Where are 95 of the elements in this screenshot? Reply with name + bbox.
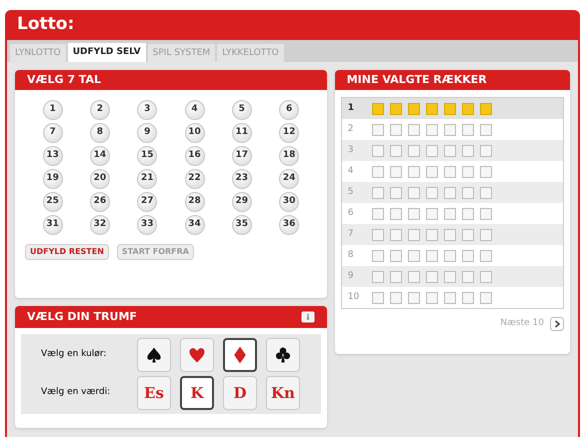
- window-title: Lotto:: [17, 13, 74, 36]
- number-slot: [372, 186, 384, 198]
- row-number: 6: [348, 206, 354, 220]
- coupon-row[interactable]: 1: [342, 98, 563, 119]
- number-slot: [390, 292, 402, 304]
- number-slot: [462, 102, 474, 114]
- number-slot: [480, 124, 492, 136]
- row-number: 2: [348, 122, 354, 136]
- number-slot: [462, 250, 474, 262]
- number-slot: [408, 228, 420, 240]
- number-slot: [444, 292, 456, 304]
- number-slot: [408, 166, 420, 178]
- card-button[interactable]: Es: [137, 376, 171, 410]
- number-slot: [480, 144, 492, 156]
- number-slot: [480, 292, 492, 304]
- number-slot: [426, 166, 438, 178]
- number-slot: [408, 186, 420, 198]
- action-button[interactable]: UDFYLD RESTEN: [25, 244, 109, 260]
- number-slot: [444, 270, 456, 282]
- row-number: 1: [348, 102, 355, 115]
- number-slot: [372, 102, 384, 114]
- number-slot: [426, 144, 438, 156]
- row-number: 4: [348, 164, 354, 178]
- card-button[interactable]: D: [223, 376, 257, 410]
- panel-header: VÆLG 7 TAL: [15, 70, 327, 90]
- number-slot: [480, 270, 492, 282]
- number-slot: [462, 270, 474, 282]
- number-slot: [426, 208, 438, 220]
- row-number: 7: [348, 228, 354, 241]
- panel-header: MINE VALGTE RÆKKER: [334, 70, 570, 90]
- number-slot: [390, 250, 402, 262]
- number-slot: [462, 292, 474, 304]
- number-slot: [390, 144, 402, 156]
- number-slot: [372, 124, 384, 136]
- number-slot: [444, 144, 456, 156]
- number-slot: [372, 270, 384, 282]
- number-slot: [390, 102, 402, 114]
- number-slot: [390, 228, 402, 240]
- suit-label: Vælg en kulør:: [40, 348, 108, 362]
- card-button[interactable]: Kn: [266, 376, 300, 410]
- number-slot: [426, 102, 438, 114]
- row-number: 3: [348, 144, 354, 157]
- number-slot: [426, 186, 438, 198]
- number-slot: [462, 166, 474, 178]
- number-slot: [390, 124, 402, 136]
- number-slot: [444, 124, 456, 136]
- number-slot: [444, 166, 456, 178]
- number-slot: [426, 270, 438, 282]
- number-slot: [408, 102, 420, 114]
- row-number: 9: [348, 270, 354, 283]
- number-slot: [480, 208, 492, 220]
- number-slot: [480, 102, 492, 114]
- number-slot: [444, 228, 456, 240]
- number-slot: [372, 292, 384, 304]
- value-label: Vælg en værdi:: [40, 386, 112, 400]
- number-slot: [426, 250, 438, 262]
- number-slot: [462, 208, 474, 220]
- number-slot: [462, 144, 474, 156]
- number-slot: [372, 208, 384, 220]
- number-slot: [462, 186, 474, 198]
- row-number: 10: [348, 290, 360, 304]
- number-slot: [444, 208, 456, 220]
- number-slot: [426, 228, 438, 240]
- row-number: 8: [348, 248, 354, 262]
- number-slot: [372, 250, 384, 262]
- number-slot: [444, 250, 456, 262]
- number-slot: [462, 124, 474, 136]
- number-slot: [444, 102, 456, 114]
- number-slot: [372, 166, 384, 178]
- number-slot: [390, 186, 402, 198]
- number-slot: [480, 186, 492, 198]
- card-button[interactable]: K: [180, 376, 214, 410]
- number-slot: [372, 144, 384, 156]
- number-slot: [408, 124, 420, 136]
- row-number: 5: [348, 186, 354, 199]
- number-slot: [426, 292, 438, 304]
- number-slot: [390, 166, 402, 178]
- number-slot: [408, 250, 420, 262]
- number-slot: [480, 250, 492, 262]
- number-slot: [408, 208, 420, 220]
- number-slot: [390, 270, 402, 282]
- number-slot: [390, 208, 402, 220]
- number-slot: [408, 270, 420, 282]
- number-slot: [480, 166, 492, 178]
- card-button[interactable]: [223, 338, 257, 372]
- number-slot: [408, 144, 420, 156]
- number-slot: [426, 124, 438, 136]
- number-slot: [408, 292, 420, 304]
- panel-title: VÆLG DIN TRUMF: [27, 308, 137, 325]
- tab[interactable]: UDFYLD SELV: [68, 43, 146, 62]
- number-slot: [372, 228, 384, 240]
- info-icon[interactable]: [300, 311, 315, 323]
- number-slot: [444, 186, 456, 198]
- number-slot: [480, 228, 492, 240]
- number-slot: [462, 228, 474, 240]
